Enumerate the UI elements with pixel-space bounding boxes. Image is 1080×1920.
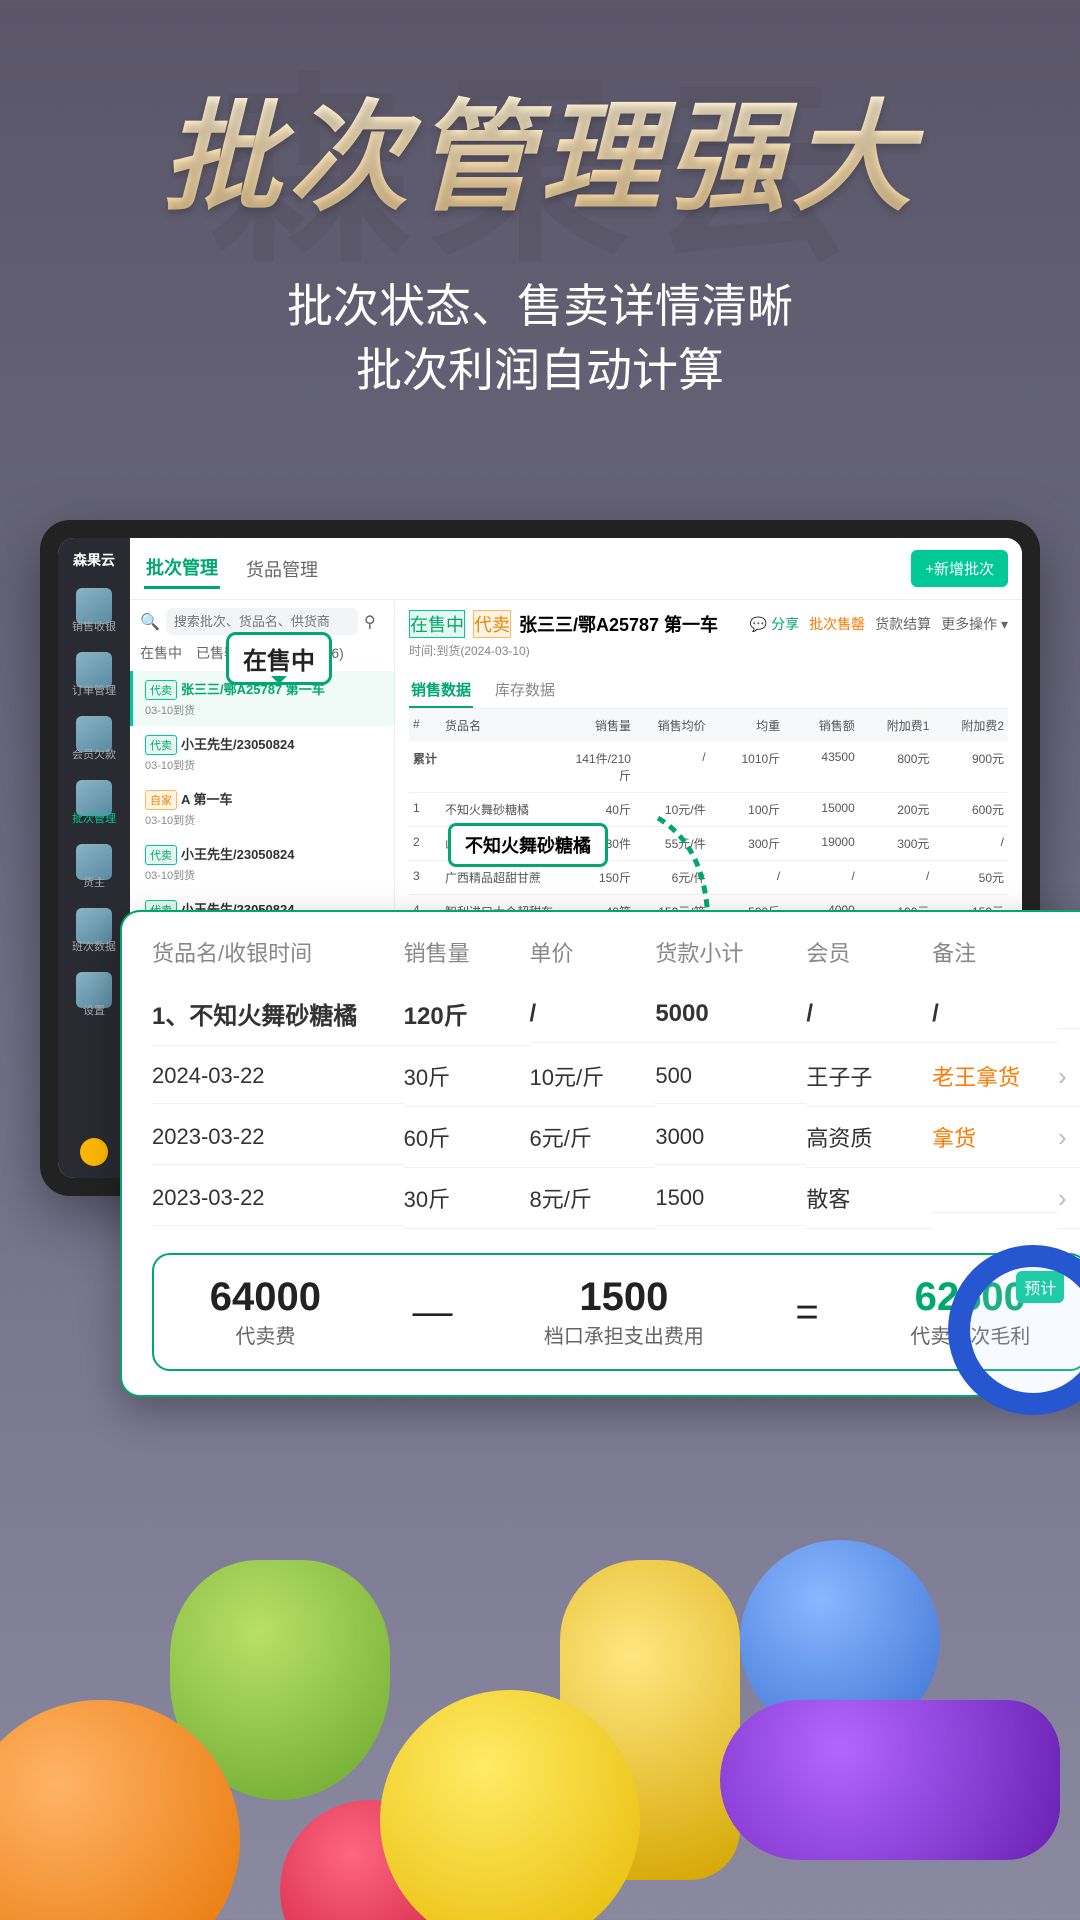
settlement-button[interactable]: 货款结算 <box>875 614 931 634</box>
batch-item[interactable]: 自家A 第一车 03-10到货 <box>130 781 394 836</box>
sidebar-bottom-badge <box>80 1138 108 1166</box>
status-on-sale[interactable]: 在售中 <box>140 643 182 663</box>
profit-summary-bar: 64000代卖费 — 1500档口承担支出费用 = 62500 代卖批次毛利 预… <box>152 1253 1080 1371</box>
data-tab-stock[interactable]: 库存数据 <box>493 673 557 708</box>
batch-item[interactable]: 代卖小王先生/23050824 03-10到货 <box>130 836 394 891</box>
add-batch-button[interactable]: +新增批次 <box>911 550 1008 587</box>
detail-tag-onsale: 在售中 <box>409 610 465 638</box>
search-icon: 🔍 <box>140 612 160 632</box>
product-highlight-callout: 不知火舞砂糖橘 <box>448 823 608 867</box>
detail-subtitle: 时间:到货(2024-03-10) <box>409 642 1008 659</box>
batch-item[interactable]: 代卖小王先生/23050824 03-10到货 <box>130 726 394 781</box>
filter-icon[interactable]: ⚲ <box>364 612 384 632</box>
wechat-icon: 💬 <box>750 616 767 633</box>
decorative-vegetables <box>0 1400 1080 1920</box>
search-input[interactable] <box>166 608 358 635</box>
on-sale-callout: 在售中 <box>226 632 332 685</box>
chevron-right-icon[interactable]: › <box>1058 1047 1080 1107</box>
detail-tag-consign: 代卖 <box>473 610 511 638</box>
share-button[interactable]: 💬分享 <box>750 614 799 634</box>
sidebar-item-sales[interactable]: 销售收银 <box>72 588 116 634</box>
sidebar-item-owner[interactable]: 货主 <box>76 844 112 890</box>
sidebar-item-orders[interactable]: 订单管理 <box>72 652 116 698</box>
sales-detail-overlay: 货品名/收银时间销售量单价货款小计会员备注 1、不知火舞砂糖橘120斤/5000… <box>120 910 1080 1397</box>
tab-batch-manage[interactable]: 批次管理 <box>144 548 220 589</box>
chevron-right-icon[interactable]: › <box>1058 1108 1080 1168</box>
chevron-right-icon[interactable]: › <box>1058 1169 1080 1229</box>
sold-out-button[interactable]: 批次售罄 <box>809 614 865 634</box>
detail-title: 张三三/鄂A25787 第一车 <box>519 611 718 637</box>
sidebar-item-member-debt[interactable]: 会员欠款 <box>72 716 116 762</box>
sidebar-item-shift[interactable]: 班次数据 <box>72 908 116 954</box>
more-actions-button[interactable]: 更多操作 ▾ <box>941 614 1008 634</box>
tab-goods-manage[interactable]: 货品管理 <box>244 550 320 588</box>
magnifier-icon <box>948 1245 1080 1445</box>
hero-title: 批次管理强大 <box>0 60 1080 234</box>
sidebar-item-settings[interactable]: 设置 <box>76 972 112 1018</box>
sidebar-item-batch[interactable]: 批次管理 <box>72 780 116 826</box>
data-tab-sales[interactable]: 销售数据 <box>409 673 473 708</box>
app-logo: 森果云 <box>73 550 115 570</box>
